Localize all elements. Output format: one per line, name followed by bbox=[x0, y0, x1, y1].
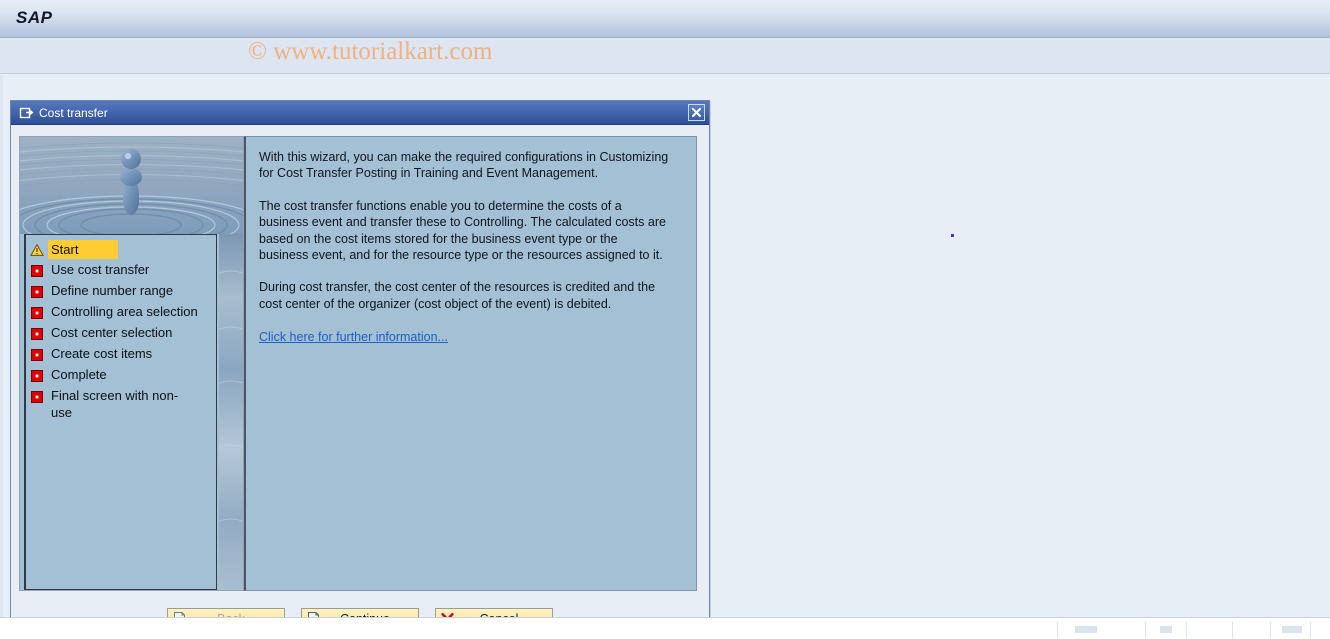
wizard-content-pane: With this wizard, you can make the requi… bbox=[244, 136, 697, 591]
watermark-text: © www.tutorialkart.com bbox=[248, 38, 493, 65]
sidebar-item-controlling-area-selection[interactable]: Controlling area selection bbox=[26, 302, 216, 323]
water-droplet-splash-graphic bbox=[20, 137, 243, 234]
close-icon[interactable] bbox=[688, 104, 705, 121]
warning-triangle-icon bbox=[30, 243, 44, 257]
sidebar-item-define-number-range[interactable]: Define number range bbox=[26, 281, 216, 302]
red-square-icon bbox=[30, 369, 44, 383]
window-restore-icon bbox=[19, 105, 34, 120]
dialog-titlebar[interactable]: Cost transfer bbox=[11, 101, 709, 125]
sidebar-item-label: Create cost items bbox=[51, 346, 153, 361]
sidebar-item-label: Define number range bbox=[51, 283, 174, 298]
red-square-icon bbox=[30, 348, 44, 362]
cost-transfer-dialog: Cost transfer Start Use cost transfer De… bbox=[10, 100, 710, 639]
sidebar-item-start[interactable]: Start bbox=[26, 239, 216, 260]
sidebar-item-complete[interactable]: Complete bbox=[26, 365, 216, 386]
content-paragraph-2: The cost transfer functions enable you t… bbox=[259, 198, 666, 263]
sidebar-item-label: Controlling area selection bbox=[51, 304, 198, 319]
canvas-left-edge bbox=[0, 75, 3, 639]
red-square-icon bbox=[30, 306, 44, 320]
red-square-icon bbox=[30, 264, 44, 278]
wizard-sidebar: Start Use cost transfer Define number ra… bbox=[19, 136, 244, 591]
status-separator bbox=[1232, 622, 1233, 638]
red-square-icon bbox=[30, 285, 44, 299]
status-placeholder bbox=[1282, 626, 1302, 633]
sidebar-item-label: Cost center selection bbox=[51, 325, 173, 340]
dialog-title: Cost transfer bbox=[39, 106, 108, 120]
sidebar-item-final-screen-with-non-use[interactable]: Final screen with non-use bbox=[26, 386, 216, 422]
red-square-icon bbox=[30, 390, 44, 404]
status-separator bbox=[1057, 622, 1058, 638]
watermark-band bbox=[0, 38, 1330, 74]
sidebar-item-create-cost-items[interactable]: Create cost items bbox=[26, 344, 216, 365]
sidebar-item-label: Start bbox=[48, 240, 119, 259]
status-separator bbox=[1310, 622, 1311, 638]
sap-logo: SAP bbox=[16, 8, 53, 27]
sidebar-photo-strip bbox=[219, 234, 243, 590]
sidebar-item-use-cost-transfer[interactable]: Use cost transfer bbox=[26, 260, 216, 281]
sidebar-item-cost-center-selection[interactable]: Cost center selection bbox=[26, 323, 216, 344]
stray-cursor-dot bbox=[951, 234, 954, 237]
content-paragraph-1: With this wizard, you can make the requi… bbox=[259, 150, 669, 181]
sidebar-item-label: Complete bbox=[51, 367, 107, 382]
wizard-step-list-shell: Start Use cost transfer Define number ra… bbox=[20, 234, 243, 590]
sap-header-bar: SAP bbox=[0, 0, 1330, 38]
further-information-link[interactable]: Click here for further information... bbox=[259, 330, 448, 344]
status-separator bbox=[1145, 622, 1146, 638]
status-bar bbox=[0, 617, 1330, 639]
sidebar-item-label: Use cost transfer bbox=[51, 262, 150, 277]
content-paragraph-3: During cost transfer, the cost center of… bbox=[259, 280, 656, 311]
status-placeholder bbox=[1075, 626, 1097, 633]
status-separator bbox=[1186, 622, 1187, 638]
status-separator bbox=[1270, 622, 1271, 638]
dialog-body: Start Use cost transfer Define number ra… bbox=[11, 126, 709, 638]
sidebar-item-label: Final screen with non-use bbox=[51, 388, 179, 420]
status-placeholder bbox=[1160, 626, 1172, 633]
wizard-step-list: Start Use cost transfer Define number ra… bbox=[24, 234, 217, 590]
red-square-icon bbox=[30, 327, 44, 341]
